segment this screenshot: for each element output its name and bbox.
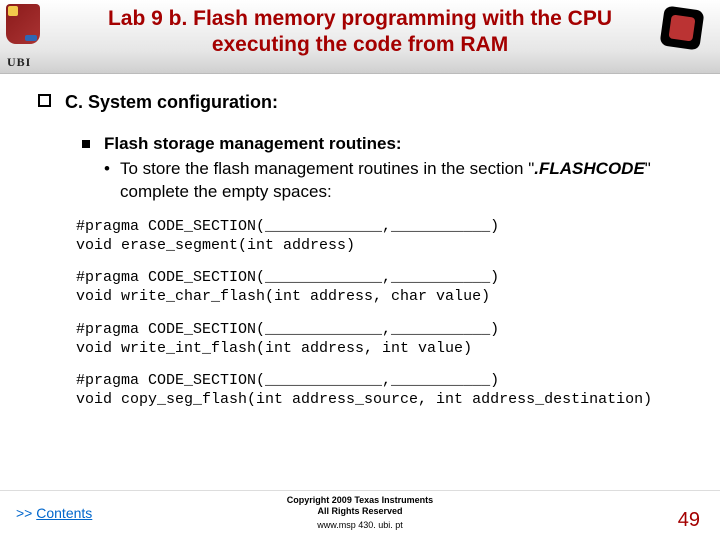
page-number: 49 <box>678 509 700 532</box>
section-c-heading: C. System configuration: <box>65 92 278 113</box>
code-line: #pragma CODE_SECTION(_____________,_____… <box>76 218 499 235</box>
code-line: #pragma CODE_SECTION(_____________,_____… <box>76 372 499 389</box>
ti-logo <box>662 8 710 56</box>
shield-icon <box>6 4 40 44</box>
dot-bullet-icon: • <box>104 158 110 204</box>
slide-title: Lab 9 b. Flash memory programming with t… <box>62 6 658 59</box>
slide-footer: >> Contents Copyright 2009 Texas Instrum… <box>0 490 720 540</box>
contents-label[interactable]: Contents <box>36 505 92 521</box>
code-line: void copy_seg_flash(int address_source, … <box>76 391 652 408</box>
sub-line: • To store the flash management routines… <box>104 158 690 204</box>
code-blocks: #pragma CODE_SECTION(_____________,_____… <box>76 218 690 410</box>
ti-badge-icon <box>659 5 704 50</box>
small-square-bullet-icon <box>82 140 90 148</box>
code-line: void write_int_flash(int address, int va… <box>76 340 472 357</box>
square-bullet-icon <box>38 94 51 107</box>
footer-center: Copyright 2009 Texas Instruments All Rig… <box>287 495 433 530</box>
code-block-2: #pragma CODE_SECTION(_____________,_____… <box>76 269 690 307</box>
footer-url: www.msp 430. ubi. pt <box>287 520 433 530</box>
sub-bullet-content: Flash storage management routines: • To … <box>104 133 690 204</box>
slide: UBI Lab 9 b. Flash memory programming wi… <box>0 0 720 540</box>
code-line: void write_char_flash(int address, char … <box>76 288 490 305</box>
ubi-label: UBI <box>7 55 31 70</box>
slide-body: C. System configuration: Flash storage m… <box>0 74 720 540</box>
code-line: void erase_segment(int address) <box>76 237 355 254</box>
sub-heading: Flash storage management routines: <box>104 133 690 156</box>
code-block-1: #pragma CODE_SECTION(_____________,_____… <box>76 218 690 256</box>
copyright-line1: Copyright 2009 Texas Instruments <box>287 495 433 506</box>
sub-bullet-row: Flash storage management routines: • To … <box>82 133 690 204</box>
contents-link[interactable]: >> Contents <box>16 505 92 521</box>
section-c-row: C. System configuration: <box>38 92 690 113</box>
code-block-4: #pragma CODE_SECTION(_____________,_____… <box>76 372 690 410</box>
slide-header: UBI Lab 9 b. Flash memory programming wi… <box>0 0 720 74</box>
copyright-line2: All Rights Reserved <box>287 506 433 517</box>
ubi-logo <box>6 4 46 56</box>
arrows-icon: >> <box>16 505 32 521</box>
code-line: #pragma CODE_SECTION(_____________,_____… <box>76 321 499 338</box>
sub-line-text: To store the flash management routines i… <box>120 158 690 204</box>
sub-text-pre: To store the flash management routines i… <box>120 159 534 178</box>
sub-text-em: .FLASHCODE <box>534 159 645 178</box>
code-block-3: #pragma CODE_SECTION(_____________,_____… <box>76 321 690 359</box>
code-line: #pragma CODE_SECTION(_____________,_____… <box>76 269 499 286</box>
